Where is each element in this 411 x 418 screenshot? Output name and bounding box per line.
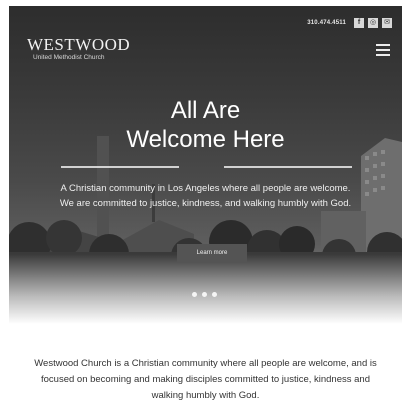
email-icon[interactable]: ✉ [382, 18, 392, 28]
logo-subtitle: United Methodist Church [33, 54, 105, 61]
slide-dot[interactable] [192, 292, 197, 297]
hero-banner: 310.474.4511 f ◎ ✉ WESTWOOD United Metho… [9, 6, 402, 324]
slide-dot[interactable] [212, 292, 217, 297]
hero-headline: All Are Welcome Here [9, 96, 402, 154]
phone-number[interactable]: 310.474.4511 [307, 20, 346, 26]
top-bar: 310.474.4511 f ◎ ✉ [307, 18, 392, 28]
hamburger-menu-icon[interactable] [376, 44, 390, 59]
hero-fade [9, 254, 402, 324]
instagram-icon[interactable]: ◎ [368, 18, 378, 28]
headline-line-1: All Are [170, 97, 241, 124]
site-logo[interactable]: WESTWOOD United Methodist Church [27, 36, 130, 61]
slide-dot[interactable] [202, 292, 207, 297]
intro-text: Westwood Church is a Christian community… [34, 358, 377, 401]
divider-left [61, 166, 179, 168]
logo-name: WESTWOOD [27, 35, 131, 54]
divider-right [224, 166, 352, 168]
learn-more-button[interactable]: Learn more [177, 244, 247, 262]
slider-dots [192, 292, 217, 297]
headline-line-2: Welcome Here [126, 126, 285, 153]
hero-tagline: A Christian community in Los Angeles whe… [59, 183, 352, 209]
page-frame: 310.474.4511 f ◎ ✉ WESTWOOD United Metho… [9, 6, 402, 413]
facebook-icon[interactable]: f [354, 18, 364, 28]
